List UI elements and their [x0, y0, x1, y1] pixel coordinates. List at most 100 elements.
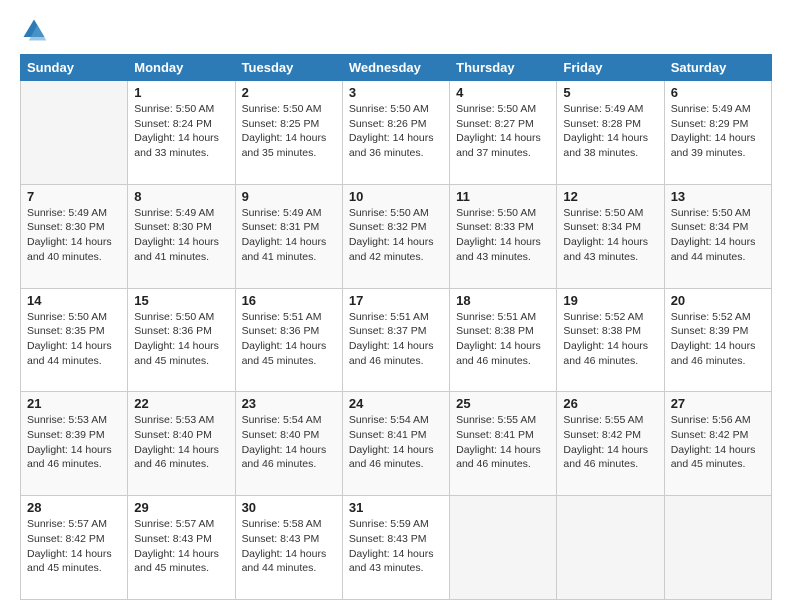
- calendar-cell: [21, 81, 128, 185]
- calendar-cell: 5 Sunrise: 5:49 AMSunset: 8:28 PMDaylight…: [557, 81, 664, 185]
- day-number: 15: [134, 293, 228, 308]
- day-number: 13: [671, 189, 765, 204]
- day-number: 29: [134, 500, 228, 515]
- cell-content: Sunrise: 5:58 AMSunset: 8:43 PMDaylight:…: [242, 517, 336, 576]
- day-number: 21: [27, 396, 121, 411]
- calendar-cell: 25 Sunrise: 5:55 AMSunset: 8:41 PMDayligh…: [450, 392, 557, 496]
- day-number: 5: [563, 85, 657, 100]
- day-number: 3: [349, 85, 443, 100]
- calendar-cell: 27 Sunrise: 5:56 AMSunset: 8:42 PMDayligh…: [664, 392, 771, 496]
- cell-content: Sunrise: 5:53 AMSunset: 8:39 PMDaylight:…: [27, 413, 121, 472]
- cell-content: Sunrise: 5:49 AMSunset: 8:28 PMDaylight:…: [563, 102, 657, 161]
- cell-content: Sunrise: 5:49 AMSunset: 8:31 PMDaylight:…: [242, 206, 336, 265]
- calendar-cell: [557, 496, 664, 600]
- cell-content: Sunrise: 5:55 AMSunset: 8:41 PMDaylight:…: [456, 413, 550, 472]
- cell-content: Sunrise: 5:49 AMSunset: 8:29 PMDaylight:…: [671, 102, 765, 161]
- day-number: 6: [671, 85, 765, 100]
- cell-content: Sunrise: 5:52 AMSunset: 8:39 PMDaylight:…: [671, 310, 765, 369]
- day-number: 7: [27, 189, 121, 204]
- day-number: 17: [349, 293, 443, 308]
- cell-content: Sunrise: 5:51 AMSunset: 8:36 PMDaylight:…: [242, 310, 336, 369]
- cell-content: Sunrise: 5:55 AMSunset: 8:42 PMDaylight:…: [563, 413, 657, 472]
- calendar-cell: 17Sunrise: 5:51 AMSunset: 8:37 PMDayligh…: [342, 288, 449, 392]
- cell-content: Sunrise: 5:59 AMSunset: 8:43 PMDaylight:…: [349, 517, 443, 576]
- day-number: 18: [456, 293, 550, 308]
- calendar-cell: 23 Sunrise: 5:54 AMSunset: 8:40 PMDayligh…: [235, 392, 342, 496]
- cell-content: Sunrise: 5:50 AMSunset: 8:33 PMDaylight:…: [456, 206, 550, 265]
- cell-content: Sunrise: 5:50 AMSunset: 8:34 PMDaylight:…: [563, 206, 657, 265]
- day-number: 25: [456, 396, 550, 411]
- day-number: 24: [349, 396, 443, 411]
- calendar-cell: [450, 496, 557, 600]
- day-number: 27: [671, 396, 765, 411]
- cell-content: Sunrise: 5:51 AMSunset: 8:38 PMDaylight:…: [456, 310, 550, 369]
- day-number: 10: [349, 189, 443, 204]
- day-number: 26: [563, 396, 657, 411]
- day-number: 12: [563, 189, 657, 204]
- calendar-header-row: SundayMondayTuesdayWednesdayThursdayFrid…: [21, 55, 772, 81]
- calendar-table: SundayMondayTuesdayWednesdayThursdayFrid…: [20, 54, 772, 600]
- calendar-cell: 1Sunrise: 5:50 AMSunset: 8:24 PMDaylight…: [128, 81, 235, 185]
- day-number: 14: [27, 293, 121, 308]
- day-header-monday: Monday: [128, 55, 235, 81]
- day-number: 19: [563, 293, 657, 308]
- cell-content: Sunrise: 5:56 AMSunset: 8:42 PMDaylight:…: [671, 413, 765, 472]
- day-header-wednesday: Wednesday: [342, 55, 449, 81]
- logo: [20, 16, 54, 44]
- day-number: 28: [27, 500, 121, 515]
- day-header-saturday: Saturday: [664, 55, 771, 81]
- calendar-cell: 16 Sunrise: 5:51 AMSunset: 8:36 PMDayligh…: [235, 288, 342, 392]
- logo-icon: [20, 16, 48, 44]
- day-number: 4: [456, 85, 550, 100]
- day-number: 1: [134, 85, 228, 100]
- day-number: 31: [349, 500, 443, 515]
- cell-content: Sunrise: 5:50 AMSunset: 8:34 PMDaylight:…: [671, 206, 765, 265]
- calendar-cell: 9Sunrise: 5:49 AMSunset: 8:31 PMDaylight…: [235, 184, 342, 288]
- week-row-0: 1Sunrise: 5:50 AMSunset: 8:24 PMDaylight…: [21, 81, 772, 185]
- calendar-cell: 28 Sunrise: 5:57 AMSunset: 8:42 PMDayligh…: [21, 496, 128, 600]
- calendar-cell: 7 Sunrise: 5:49 AMSunset: 8:30 PMDaylight…: [21, 184, 128, 288]
- page: SundayMondayTuesdayWednesdayThursdayFrid…: [0, 0, 792, 612]
- calendar-cell: 8Sunrise: 5:49 AMSunset: 8:30 PMDaylight…: [128, 184, 235, 288]
- calendar-cell: 18 Sunrise: 5:51 AMSunset: 8:38 PMDayligh…: [450, 288, 557, 392]
- day-number: 30: [242, 500, 336, 515]
- calendar-cell: 20 Sunrise: 5:52 AMSunset: 8:39 PMDayligh…: [664, 288, 771, 392]
- day-number: 16: [242, 293, 336, 308]
- cell-content: Sunrise: 5:50 AMSunset: 8:36 PMDaylight:…: [134, 310, 228, 369]
- calendar-cell: 19Sunrise: 5:52 AMSunset: 8:38 PMDayligh…: [557, 288, 664, 392]
- calendar-cell: 10Sunrise: 5:50 AMSunset: 8:32 PMDayligh…: [342, 184, 449, 288]
- calendar-cell: 14 Sunrise: 5:50 AMSunset: 8:35 PMDayligh…: [21, 288, 128, 392]
- cell-content: Sunrise: 5:50 AMSunset: 8:25 PMDaylight:…: [242, 102, 336, 161]
- calendar-cell: 30 Sunrise: 5:58 AMSunset: 8:43 PMDayligh…: [235, 496, 342, 600]
- cell-content: Sunrise: 5:54 AMSunset: 8:40 PMDaylight:…: [242, 413, 336, 472]
- cell-content: Sunrise: 5:53 AMSunset: 8:40 PMDaylight:…: [134, 413, 228, 472]
- calendar-cell: 4 Sunrise: 5:50 AMSunset: 8:27 PMDaylight…: [450, 81, 557, 185]
- cell-content: Sunrise: 5:49 AMSunset: 8:30 PMDaylight:…: [134, 206, 228, 265]
- calendar-cell: 22 Sunrise: 5:53 AMSunset: 8:40 PMDayligh…: [128, 392, 235, 496]
- cell-content: Sunrise: 5:50 AMSunset: 8:35 PMDaylight:…: [27, 310, 121, 369]
- day-number: 22: [134, 396, 228, 411]
- calendar-cell: 21 Sunrise: 5:53 AMSunset: 8:39 PMDayligh…: [21, 392, 128, 496]
- cell-content: Sunrise: 5:50 AMSunset: 8:27 PMDaylight:…: [456, 102, 550, 161]
- header: [20, 16, 772, 44]
- cell-content: Sunrise: 5:49 AMSunset: 8:30 PMDaylight:…: [27, 206, 121, 265]
- day-header-friday: Friday: [557, 55, 664, 81]
- week-row-2: 14 Sunrise: 5:50 AMSunset: 8:35 PMDayligh…: [21, 288, 772, 392]
- day-header-tuesday: Tuesday: [235, 55, 342, 81]
- calendar-cell: 26 Sunrise: 5:55 AMSunset: 8:42 PMDayligh…: [557, 392, 664, 496]
- day-header-sunday: Sunday: [21, 55, 128, 81]
- calendar-cell: 31 Sunrise: 5:59 AMSunset: 8:43 PMDayligh…: [342, 496, 449, 600]
- week-row-3: 21 Sunrise: 5:53 AMSunset: 8:39 PMDayligh…: [21, 392, 772, 496]
- day-number: 23: [242, 396, 336, 411]
- day-number: 20: [671, 293, 765, 308]
- calendar-cell: [664, 496, 771, 600]
- calendar-cell: 3Sunrise: 5:50 AMSunset: 8:26 PMDaylight…: [342, 81, 449, 185]
- calendar-cell: 13 Sunrise: 5:50 AMSunset: 8:34 PMDayligh…: [664, 184, 771, 288]
- calendar-cell: 15 Sunrise: 5:50 AMSunset: 8:36 PMDayligh…: [128, 288, 235, 392]
- cell-content: Sunrise: 5:57 AMSunset: 8:42 PMDaylight:…: [27, 517, 121, 576]
- calendar-cell: 2Sunrise: 5:50 AMSunset: 8:25 PMDaylight…: [235, 81, 342, 185]
- week-row-4: 28 Sunrise: 5:57 AMSunset: 8:42 PMDayligh…: [21, 496, 772, 600]
- cell-content: Sunrise: 5:54 AMSunset: 8:41 PMDaylight:…: [349, 413, 443, 472]
- day-number: 11: [456, 189, 550, 204]
- cell-content: Sunrise: 5:57 AMSunset: 8:43 PMDaylight:…: [134, 517, 228, 576]
